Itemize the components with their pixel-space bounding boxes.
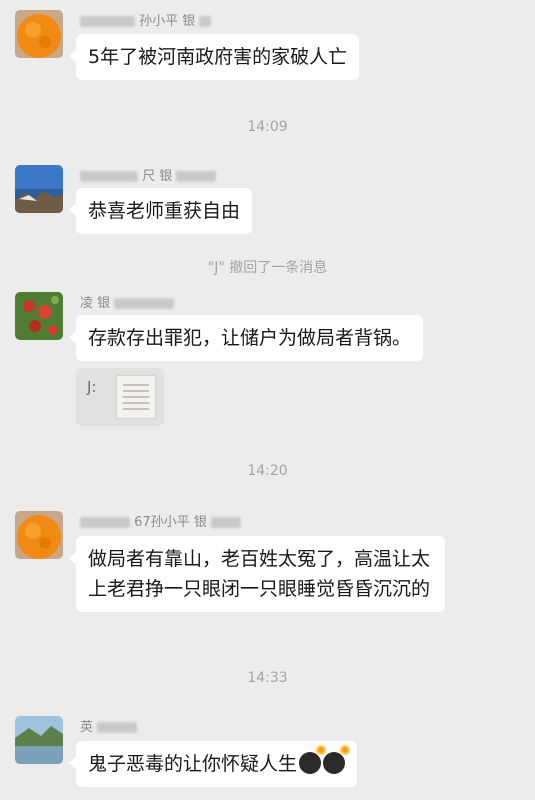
chat-message: 英 鬼子恶毒的让你怀疑人生 xyxy=(15,716,525,796)
sender-name: 凌 银 xyxy=(80,292,175,311)
message-text: 鬼子恶毒的让你怀疑人生 xyxy=(88,753,298,775)
message-bubble[interactable]: 做局者有靠山，老百姓太冤了，高温让太上老君挣一只眼闭一只眼睡觉昏昏沉沉的 xyxy=(69,536,445,612)
quoted-image-thumbnail[interactable] xyxy=(116,375,156,419)
chat-message: 67孙小平 银 做局者有靠山，老百姓太冤了，高温让太上老君挣一只眼闭一只眼睡觉昏… xyxy=(15,511,525,641)
chat-message: 孙小平 银 5年了被河南政府害的家破人亡 xyxy=(15,10,525,82)
message-timestamp: 14:33 xyxy=(247,670,288,686)
message-bubble[interactable]: 存款存出罪犯，让储户为做局者背锅。 xyxy=(68,315,424,361)
sender-name: 英 xyxy=(80,716,138,735)
sender-name: 67孙小平 银 xyxy=(80,511,241,530)
orange-fruit-avatar[interactable] xyxy=(15,10,63,58)
chat-message: 尺 银 恭喜老师重获自由 xyxy=(15,165,525,237)
message-bubble[interactable]: 恭喜老师重获自由 xyxy=(68,188,253,234)
lake-landscape-avatar[interactable] xyxy=(15,716,63,764)
quote-sender-label: J: xyxy=(87,378,97,396)
message-bubble[interactable]: 鬼子恶毒的让你怀疑人生 xyxy=(68,741,358,787)
bomb-icon xyxy=(299,745,327,774)
message-timestamp: 14:09 xyxy=(247,119,288,135)
bomb-icon xyxy=(323,745,351,774)
sender-name: 孙小平 银 xyxy=(80,10,212,29)
pomegranate-flower-avatar[interactable] xyxy=(15,292,63,340)
message-bubble[interactable]: 5年了被河南政府害的家破人亡 xyxy=(68,34,360,80)
seaside-rock-avatar[interactable] xyxy=(15,165,63,213)
message-timestamp: 14:20 xyxy=(247,463,288,479)
chat-message: 凌 银 存款存出罪犯，让储户为做局者背锅。 J: xyxy=(15,292,525,432)
quoted-message[interactable]: J: xyxy=(76,368,164,426)
orange-fruit-avatar[interactable] xyxy=(15,511,63,559)
sender-name: 尺 银 xyxy=(80,165,217,184)
recall-notice: "J" 撤回了一条消息 xyxy=(207,260,328,276)
